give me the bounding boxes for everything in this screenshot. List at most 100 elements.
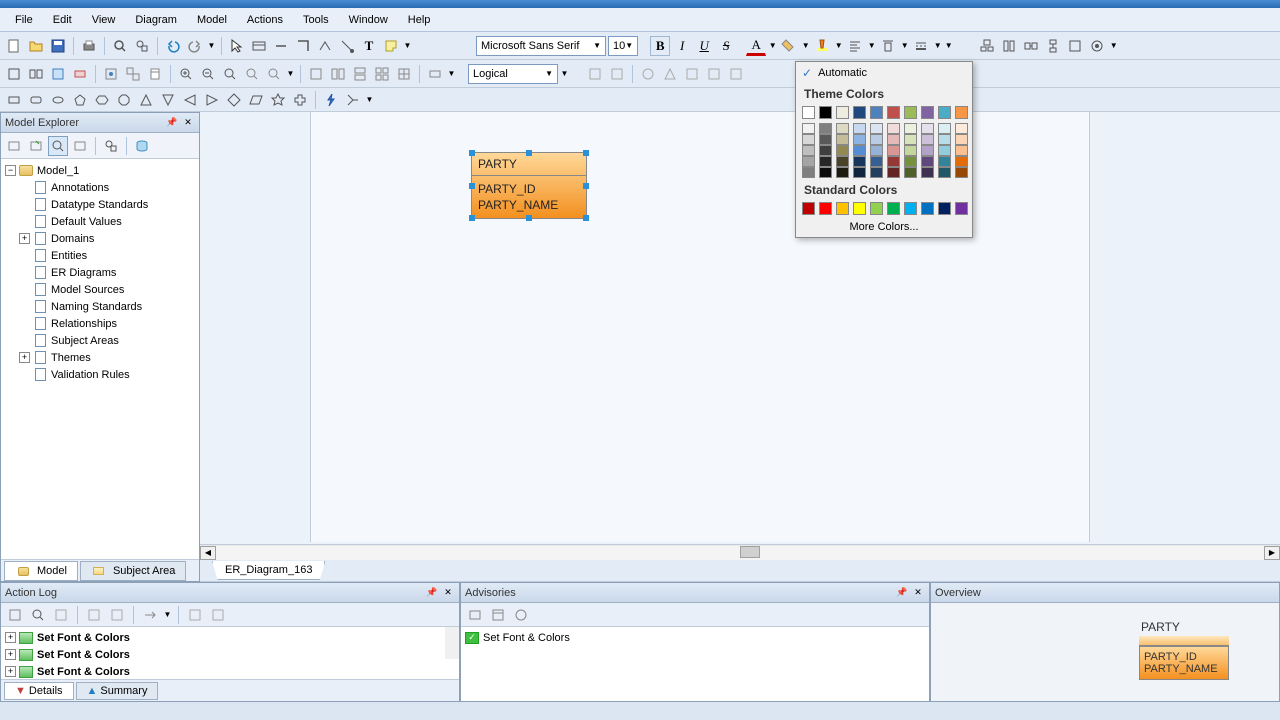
scroll-track[interactable]: [216, 546, 1264, 560]
tb2-5[interactable]: [101, 64, 121, 84]
canvas-h-scrollbar[interactable]: ◀ ▶: [200, 544, 1280, 560]
shape-cross[interactable]: [290, 90, 310, 110]
model-tree[interactable]: − Model_1 AnnotationsDatatype StandardsD…: [1, 159, 199, 559]
fill-color-dropdown[interactable]: ▼: [801, 41, 810, 50]
open-button[interactable]: [26, 36, 46, 56]
color-swatch[interactable]: [904, 106, 917, 119]
tree-item-domains[interactable]: +Domains: [1, 230, 199, 247]
color-swatch[interactable]: [853, 123, 866, 134]
action-log-list[interactable]: +Set Font & Colors+Set Font & Colors+Set…: [1, 627, 459, 679]
color-swatch[interactable]: [819, 106, 832, 119]
color-swatch[interactable]: [853, 156, 866, 167]
tree-item-datatype-standards[interactable]: Datatype Standards: [1, 196, 199, 213]
color-swatch[interactable]: [887, 123, 900, 134]
color-swatch[interactable]: [836, 123, 849, 134]
font-color-dropdown[interactable]: ▼: [768, 41, 777, 50]
expand-icon[interactable]: +: [5, 649, 16, 660]
shape-octagon[interactable]: [114, 90, 134, 110]
view-mode-overflow[interactable]: ▼: [560, 69, 569, 78]
color-swatch[interactable]: [870, 145, 883, 156]
tb2-misc-7[interactable]: [726, 64, 746, 84]
me-tool-2[interactable]: [26, 136, 46, 156]
collapse-icon[interactable]: −: [5, 165, 16, 176]
color-swatch[interactable]: [955, 145, 968, 156]
arrange-1[interactable]: [977, 36, 997, 56]
me-tool-5[interactable]: [101, 136, 121, 156]
color-swatch[interactable]: [836, 202, 849, 215]
shapes-overflow[interactable]: ▼: [365, 95, 374, 104]
tree-item-annotations[interactable]: Annotations: [1, 179, 199, 196]
shape-triangle-right[interactable]: [202, 90, 222, 110]
tb2-2[interactable]: [26, 64, 46, 84]
color-swatch[interactable]: [955, 202, 968, 215]
color-swatch[interactable]: [819, 202, 832, 215]
font-size-select[interactable]: 10 ▼: [608, 36, 638, 56]
color-swatch[interactable]: [870, 167, 883, 178]
redo-button[interactable]: [185, 36, 205, 56]
color-swatch[interactable]: [870, 156, 883, 167]
color-swatch[interactable]: [904, 156, 917, 167]
shape-diamond[interactable]: [224, 90, 244, 110]
select-tool[interactable]: [227, 36, 247, 56]
scroll-right-icon[interactable]: ▶: [1264, 546, 1280, 560]
shape-parallelogram[interactable]: [246, 90, 266, 110]
tb2-misc-4[interactable]: [660, 64, 680, 84]
resize-handle-w[interactable]: [469, 183, 475, 189]
action-log-row[interactable]: +Set Font & Colors: [3, 629, 457, 646]
tree-item-relationships[interactable]: Relationships: [1, 315, 199, 332]
layout-4[interactable]: [372, 64, 392, 84]
me-tool-3[interactable]: [48, 136, 68, 156]
color-swatch[interactable]: [802, 123, 815, 134]
entity-tool[interactable]: [249, 36, 269, 56]
arrange-3[interactable]: [1021, 36, 1041, 56]
tree-item-er-diagrams[interactable]: ER Diagrams: [1, 264, 199, 281]
diagram-canvas[interactable]: PARTY PARTY_ID PARTY_NAME: [310, 112, 1090, 542]
expand-icon[interactable]: +: [19, 233, 30, 244]
layout-5[interactable]: [394, 64, 414, 84]
color-swatch[interactable]: [802, 145, 815, 156]
find-replace-button[interactable]: [132, 36, 152, 56]
tab-model[interactable]: Model: [4, 561, 78, 581]
al-tool-6[interactable]: [140, 605, 160, 625]
menu-help[interactable]: Help: [398, 11, 441, 29]
color-swatch[interactable]: [938, 202, 951, 215]
tab-subject-area[interactable]: Subject Area: [80, 561, 186, 581]
color-swatch[interactable]: [904, 167, 917, 178]
al-tool-5[interactable]: [107, 605, 127, 625]
arrange-2[interactable]: [999, 36, 1019, 56]
adv-tool-1[interactable]: [465, 605, 485, 625]
color-swatch[interactable]: [853, 134, 866, 145]
zoom-fit-button[interactable]: [220, 64, 240, 84]
color-swatch[interactable]: [955, 123, 968, 134]
color-swatch[interactable]: [887, 156, 900, 167]
me-tool-6[interactable]: [132, 136, 152, 156]
undo-button[interactable]: [163, 36, 183, 56]
undo-dropdown[interactable]: ▼: [207, 41, 216, 50]
overview-canvas[interactable]: PARTY PARTY_ID PARTY_NAME: [931, 603, 1279, 701]
al-tool-4[interactable]: [84, 605, 104, 625]
color-swatch[interactable]: [955, 167, 968, 178]
align-h-dropdown[interactable]: ▼: [867, 41, 876, 50]
shape-triangle-up[interactable]: [136, 90, 156, 110]
font-name-select[interactable]: Microsoft Sans Serif ▼: [476, 36, 606, 56]
me-tool-4[interactable]: [70, 136, 90, 156]
fill-color-button[interactable]: [779, 36, 799, 56]
tb2-misc-3[interactable]: [638, 64, 658, 84]
color-swatch[interactable]: [955, 106, 968, 119]
color-swatch[interactable]: [921, 156, 934, 167]
font-color-button[interactable]: A: [746, 36, 766, 56]
tree-item-validation-rules[interactable]: Validation Rules: [1, 366, 199, 383]
advisory-row[interactable]: ✓ Set Font & Colors: [463, 629, 927, 646]
shape-ellipse[interactable]: [48, 90, 68, 110]
pin-icon[interactable]: 📌: [165, 116, 179, 130]
tab-details[interactable]: ▼ Details: [4, 682, 74, 700]
align-v-dropdown[interactable]: ▼: [900, 41, 909, 50]
close-icon[interactable]: ✕: [911, 586, 925, 600]
tb2-4[interactable]: [70, 64, 90, 84]
expand-icon[interactable]: +: [19, 352, 30, 363]
tb2-misc-1[interactable]: [585, 64, 605, 84]
color-swatch[interactable]: [938, 106, 951, 119]
tree-root[interactable]: − Model_1: [1, 162, 199, 179]
menu-actions[interactable]: Actions: [237, 11, 293, 29]
highlight-color-button[interactable]: [812, 36, 832, 56]
